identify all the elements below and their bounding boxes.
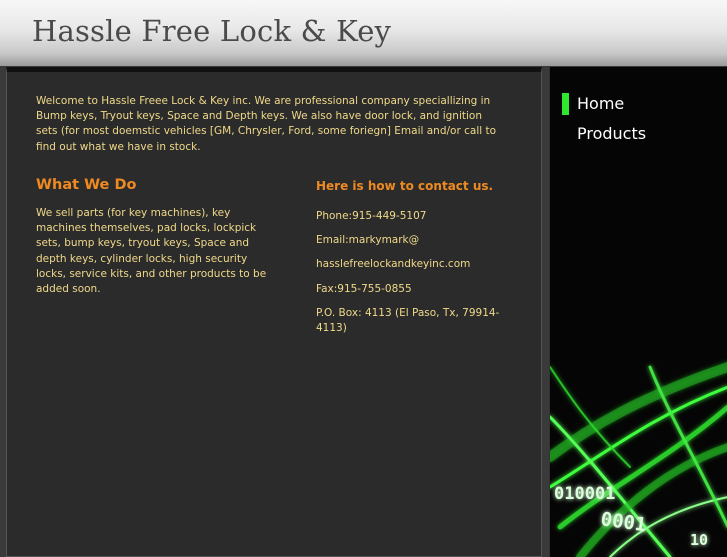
po-box-text: P.O. Box: 4113 (El Paso, Tx, 79914-4113) <box>316 306 500 335</box>
active-nav-marker <box>562 93 569 115</box>
nav-item-home[interactable]: Home <box>562 93 646 123</box>
main-content: Welcome to Hassle Freee Lock & Key inc. … <box>6 67 542 557</box>
email-text: Email:markymark@ <box>316 234 420 247</box>
nav-home-label: Home <box>577 94 625 113</box>
site-title[interactable]: Hassle Free Lock & Key <box>32 14 391 48</box>
main-nav: Home Products <box>562 93 646 153</box>
intro-text: Welcome to Hassle Freee Lock & Key inc. … <box>36 95 497 153</box>
fax-text: Fax:915-755-0855 <box>316 282 412 295</box>
contact-section: Here is how to contact us. Phone:915-449… <box>316 177 511 345</box>
binary-digits-1: 010001 <box>554 484 615 504</box>
site-header: Hassle Free Lock & Key <box>0 0 727 66</box>
what-we-do-heading: What We Do <box>36 177 137 193</box>
email-domain-text: hasslefreelockandkeyinc.com <box>316 258 471 271</box>
nav-products-label: Products <box>577 124 647 143</box>
phone-text: Phone:915-449-5107 <box>316 210 427 222</box>
sidebar: 010001 0001 10 Home Products <box>549 67 727 557</box>
what-we-do-section: What We Do We sell parts (for key machin… <box>36 177 276 297</box>
contact-heading: Here is how to contact us. <box>316 179 494 193</box>
binary-digits-3: 10 <box>690 531 708 549</box>
what-we-do-text: We sell parts (for key machines), key ma… <box>36 207 267 296</box>
nav-item-products[interactable]: Products <box>562 123 646 153</box>
